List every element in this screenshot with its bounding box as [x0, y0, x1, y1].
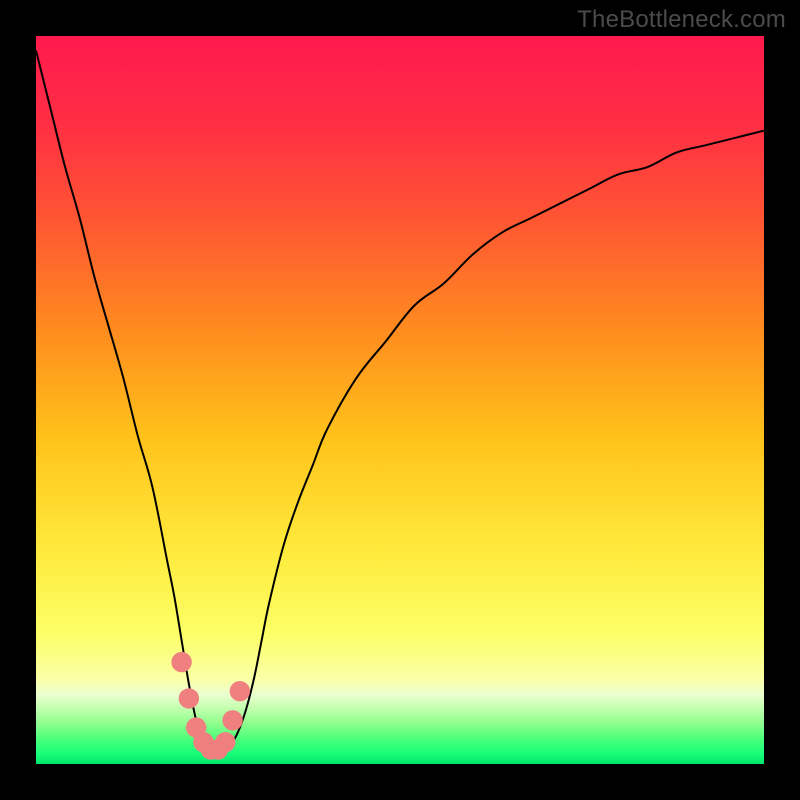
curve-marker — [179, 688, 199, 708]
curve-marker — [215, 732, 235, 752]
curve-marker — [222, 710, 242, 730]
watermark-text: TheBottleneck.com — [577, 6, 786, 34]
curve-marker — [171, 652, 191, 672]
plot-area — [36, 36, 764, 764]
chart-frame: TheBottleneck.com — [0, 0, 800, 800]
curve-marker — [230, 681, 250, 701]
bottleneck-curve — [36, 36, 764, 764]
